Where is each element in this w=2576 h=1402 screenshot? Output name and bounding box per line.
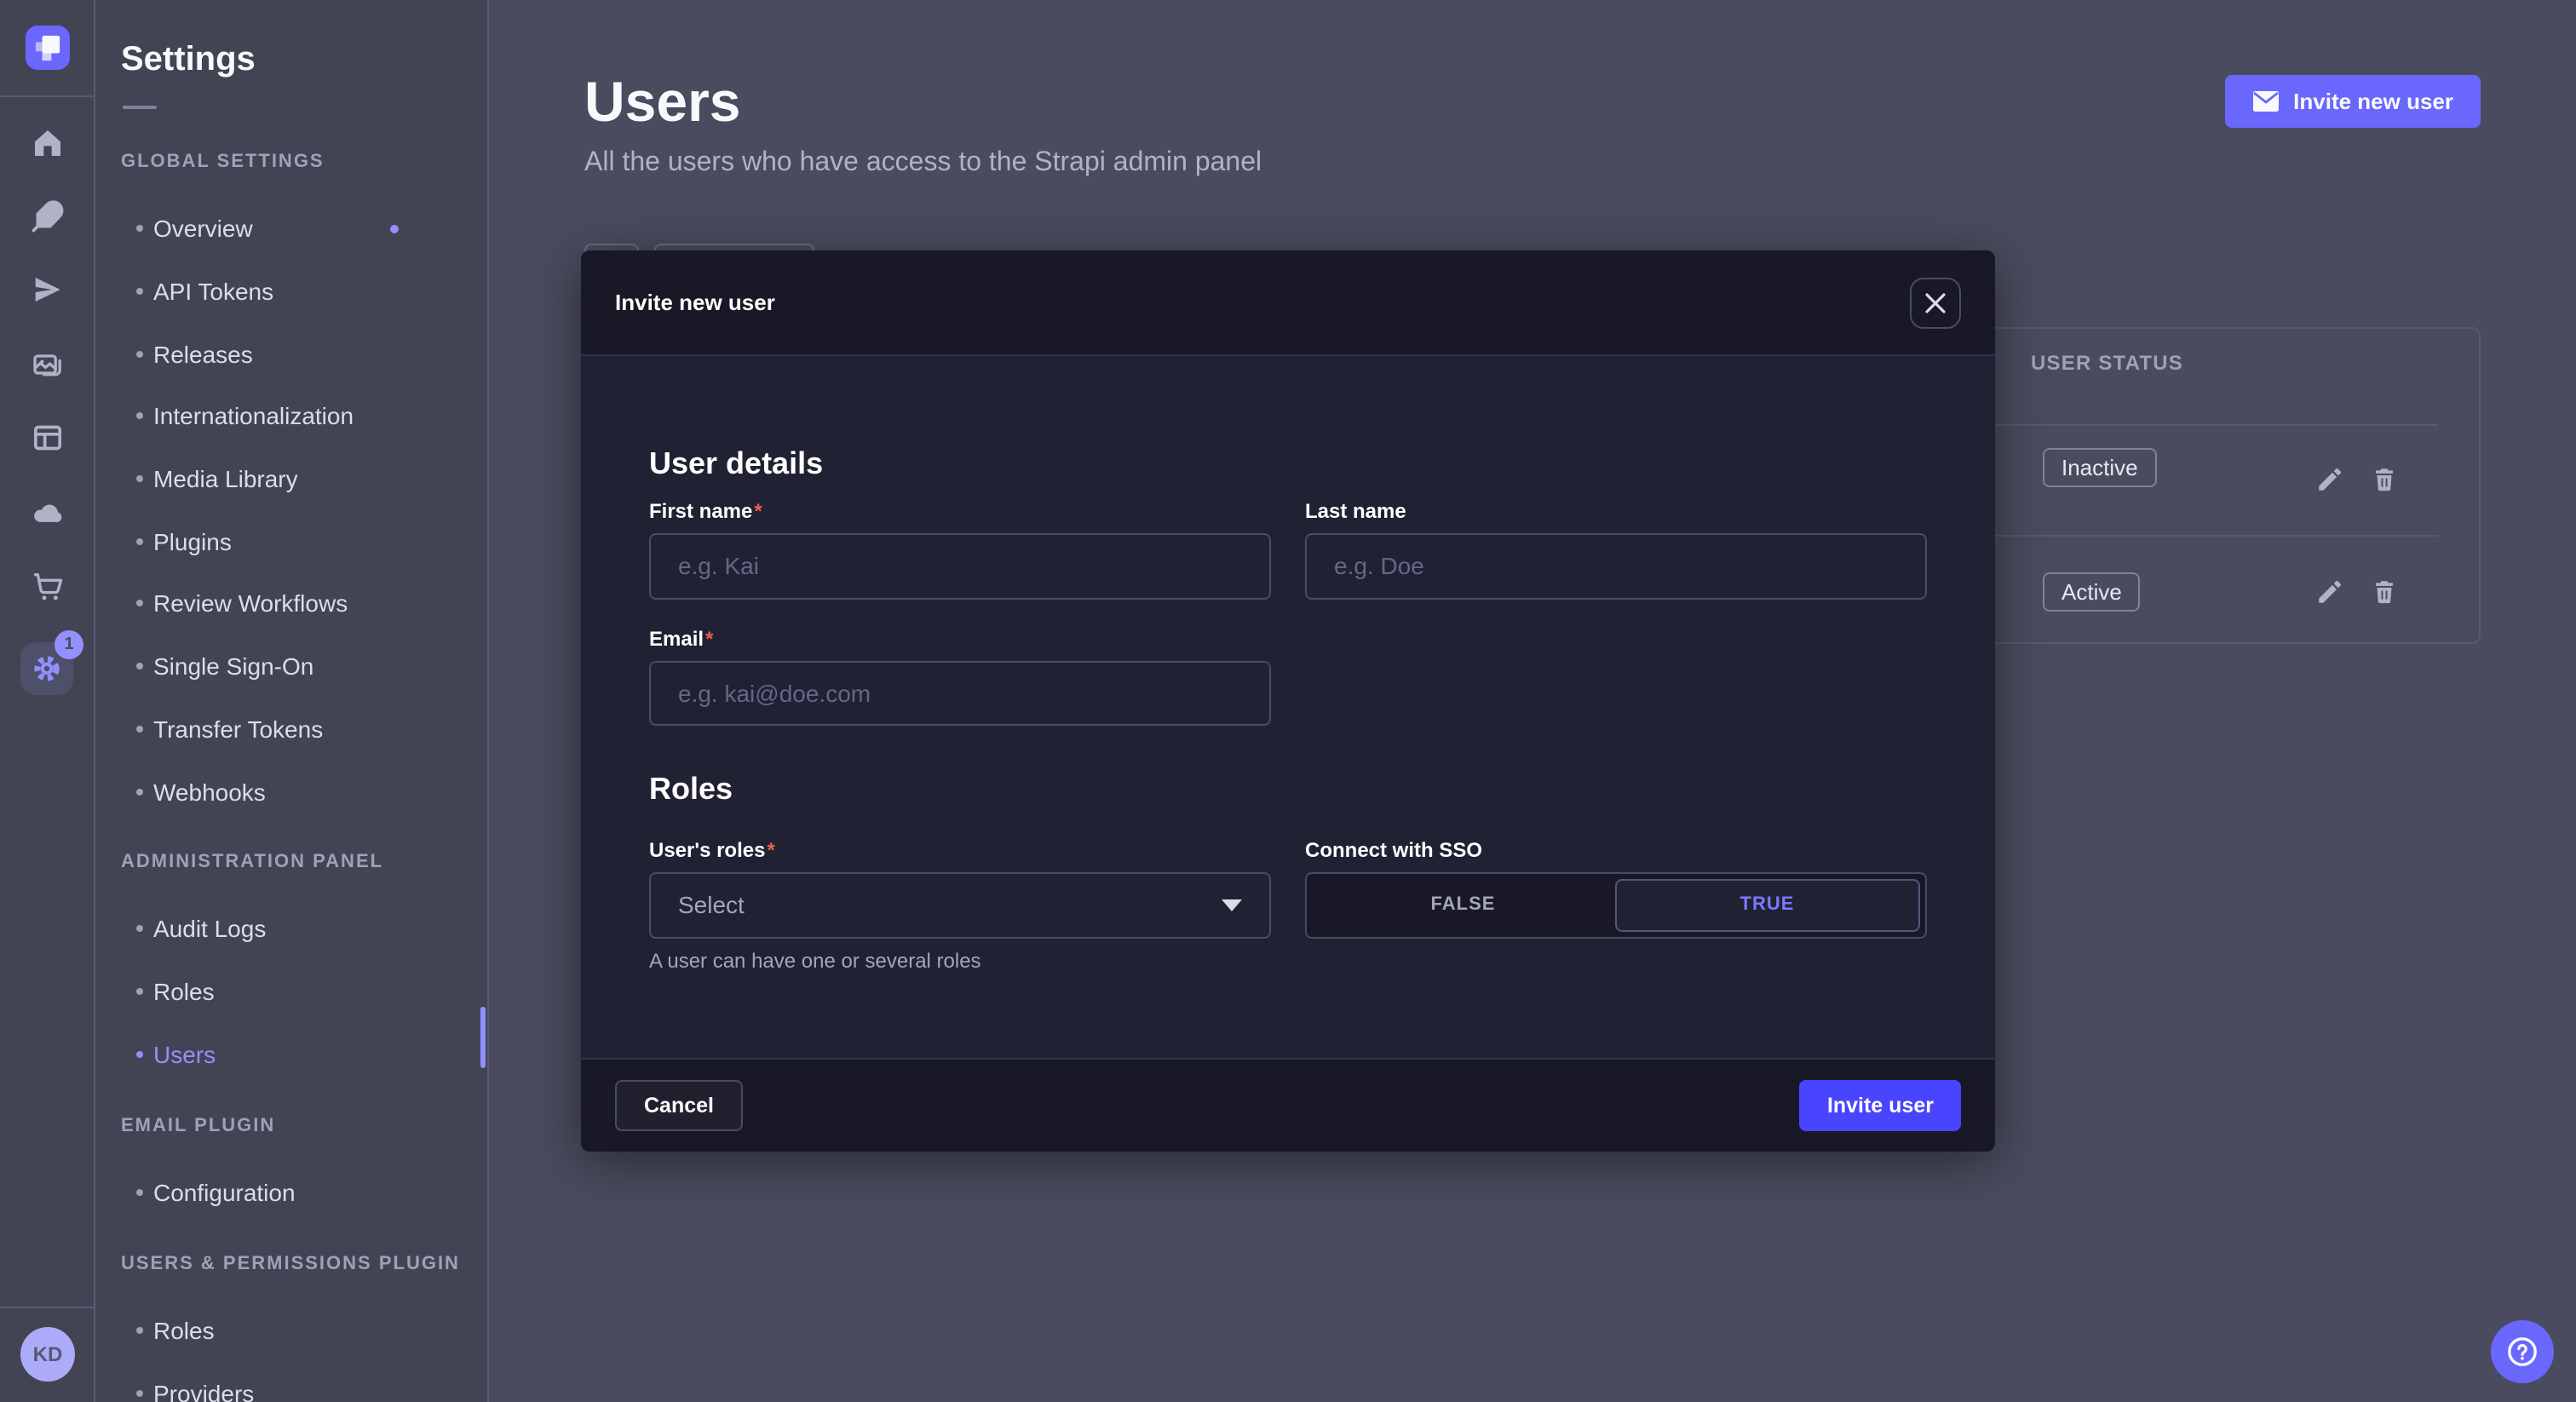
sso-toggle-false[interactable]: FALSE [1312, 879, 1614, 931]
last-name-input[interactable] [1305, 533, 1927, 599]
invite-user-modal: Invite new user User details First name* [581, 250, 1995, 1152]
modal-title: Invite new user [615, 290, 775, 315]
cancel-button[interactable]: Cancel [615, 1080, 743, 1131]
roles-field-group: User's roles* Select A user can have one… [649, 836, 1271, 972]
modal-footer: Cancel Invite user [581, 1058, 1995, 1152]
roles-label: User's roles* [649, 836, 1271, 864]
invite-user-submit-button[interactable]: Invite user [1800, 1080, 1961, 1131]
modal-body: User details First name* Last name [581, 443, 1995, 972]
close-icon [1925, 292, 1946, 313]
modal-header: Invite new user [581, 250, 1995, 356]
last-name-field-group: Last name [1305, 497, 1927, 599]
email-label: Email* [649, 624, 1271, 652]
first-name-field-group: First name* [649, 497, 1271, 599]
sso-label: Connect with SSO [1305, 836, 1927, 864]
sso-toggle-true[interactable]: TRUE [1614, 879, 1920, 931]
email-input[interactable] [649, 660, 1271, 726]
last-name-label: Last name [1305, 497, 1927, 525]
close-button[interactable] [1910, 277, 1961, 328]
sso-field-group: Connect with SSO FALSE TRUE [1305, 836, 1927, 972]
first-name-input[interactable] [649, 533, 1271, 599]
chevron-down-icon [1222, 899, 1242, 911]
first-name-label: First name* [649, 497, 1271, 525]
sso-toggle: FALSE TRUE [1305, 872, 1927, 938]
required-asterisk: * [754, 499, 762, 523]
section-heading-roles: Roles [649, 768, 1927, 809]
roles-hint: A user can have one or several roles [649, 948, 1271, 972]
email-field-group: Email* [649, 624, 1271, 726]
section-heading-user-details: User details [649, 443, 1927, 484]
required-asterisk: * [767, 838, 774, 862]
roles-select[interactable]: Select [649, 872, 1271, 938]
required-asterisk: * [705, 626, 713, 650]
app-window: 1 KD Settings GLOBAL SETTINGS Overview A… [0, 0, 2576, 1402]
